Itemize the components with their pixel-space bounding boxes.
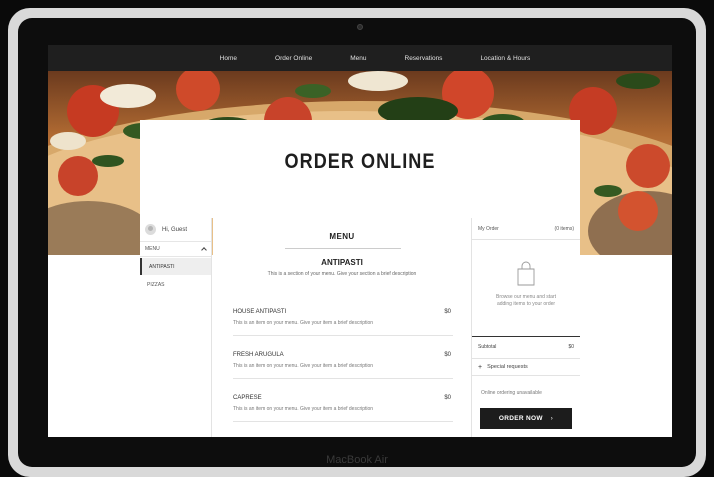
order-panel: My Order (0 items) Browse our menu and s… [471,218,580,437]
menu-item-price: $0 [444,309,451,315]
sidebar-item-antipasti[interactable]: ANTIPASTI [140,258,211,275]
order-header: My Order (0 items) [472,218,580,240]
divider [233,421,453,422]
subtotal-row: Subtotal $0 [472,336,580,356]
greeting-text: Hi, Guest [162,226,188,233]
ordering-status: Online ordering unavailable [481,390,542,396]
nav-item-reservations[interactable]: Reservations [405,55,443,62]
menu-item-name: FRESH ARUGULA [233,352,284,358]
special-requests-toggle[interactable]: + Special requests [472,358,580,376]
section-description: This is a section of your menu. Give you… [267,271,417,277]
nav-item-menu[interactable]: Menu [350,55,366,62]
subtotal-label: Subtotal [478,343,497,350]
order-item-count: (0 items) [554,225,574,232]
device-model-label: MacBook Air [326,454,388,466]
menu-label: MENU [145,246,160,252]
divider [233,335,453,336]
menu-sidebar: Hi, Guest MENU ANTIPASTI PIZZAS [140,218,212,437]
order-now-button[interactable]: ORDER NOW › [480,408,572,429]
camera-icon [357,24,363,30]
nav-item-home[interactable]: Home [220,55,237,62]
user-greeting[interactable]: Hi, Guest [145,224,187,235]
menu-title: MENU [329,232,355,241]
order-title: My Order [478,225,499,232]
subtotal-value: $0 [568,343,574,350]
menu-item-name: CAPRESE [233,395,262,401]
nav-item-location-hours[interactable]: Location & Hours [480,55,530,62]
menu-item-price: $0 [444,352,451,358]
avatar-icon [145,224,156,235]
chevron-right-icon: › [550,415,554,422]
special-requests-label: Special requests [487,364,528,370]
menu-item-name: HOUSE ANTIPASTI [233,309,287,315]
empty-order-text: Browse our menu and start adding items t… [495,294,557,307]
order-now-label: ORDER NOW [498,415,543,422]
top-navigation: Home Order Online Menu Reservations Loca… [48,45,672,71]
sidebar-item-pizzas[interactable]: PIZZAS [140,276,211,293]
menu-item-description: This is an item on your menu. Give your … [233,406,374,412]
chevron-up-icon [201,247,207,253]
section-title: ANTIPASTI [321,258,363,267]
shopping-bag-icon [517,261,535,286]
menu-content: MENU ANTIPASTI This is a section of your… [213,218,471,437]
menu-item-price: $0 [444,395,451,401]
menu-dropdown-header[interactable]: MENU [140,241,211,257]
nav-item-order-online[interactable]: Order Online [275,55,312,62]
page-title: ORDER ONLINE [284,150,436,173]
divider [285,248,401,249]
screen: Home Order Online Menu Reservations Loca… [48,45,672,437]
menu-item-description: This is an item on your menu. Give your … [233,363,374,369]
page-title-card: ORDER ONLINE [140,120,580,218]
menu-item-description: This is an item on your menu. Give your … [233,320,374,326]
divider [233,378,453,379]
plus-icon: + [478,363,483,371]
